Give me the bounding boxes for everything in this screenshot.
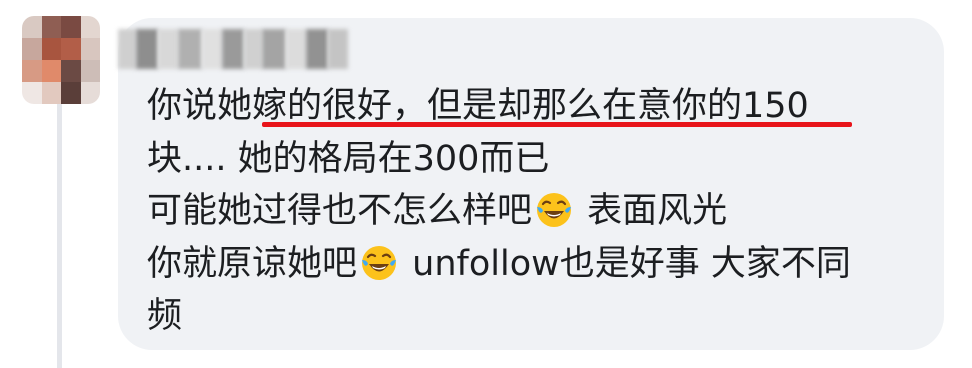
comment-line-2: 块.... 她的格局在300而已 — [147, 138, 550, 179]
comment-line-5: 频 — [147, 296, 183, 336]
redaction-block — [286, 29, 306, 69]
comment-text-segment: 表面风光 — [576, 191, 728, 231]
comment-text-segment: 你就原谅她吧 — [147, 243, 358, 284]
redaction-block — [306, 29, 328, 69]
redaction-block — [262, 29, 286, 69]
comment-text-segment: 可能她过得也不怎么样吧 — [147, 191, 533, 231]
face-with-tears-of-joy-icon — [362, 245, 397, 280]
comment-line-3: 可能她过得也不怎么样吧 表面风光 — [147, 185, 927, 238]
redaction-block — [328, 29, 348, 69]
redaction-block — [202, 29, 222, 69]
avatar[interactable] — [22, 16, 100, 104]
red-underline-annotation — [262, 122, 852, 127]
comment-line-4: 你就原谅她吧 unfollow也是好事 大家不同 — [147, 238, 927, 291]
reply-thread-line — [57, 100, 62, 368]
redaction-block — [158, 29, 178, 69]
comment-text-segment: 你说她 — [147, 86, 253, 126]
author-name-redacted[interactable] — [118, 18, 368, 80]
comment-screenshot: 你说她嫁的很好，但是却那么在意你的150 块.... 她的格局在300而已 可能… — [0, 0, 972, 368]
redaction-block — [118, 29, 136, 69]
redaction-block — [136, 29, 158, 69]
face-with-tears-of-joy-icon — [537, 193, 572, 227]
comment-text: 你说她嫁的很好，但是却那么在意你的150 块.... 她的格局在300而已 可能… — [147, 80, 927, 343]
underlined-text: 嫁的很好，但是却那么在意你的150 — [252, 86, 809, 126]
redaction-block — [178, 29, 202, 69]
redaction-block — [244, 29, 262, 69]
comment-text-segment: unfollow也是好事 大家不同 — [401, 243, 851, 284]
redaction-block — [222, 29, 244, 69]
